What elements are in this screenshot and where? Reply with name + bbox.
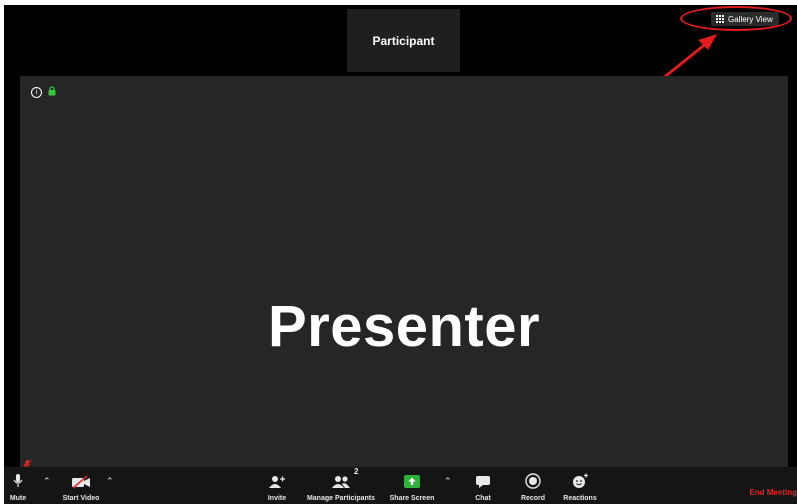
info-icon[interactable]: i (31, 87, 42, 98)
participant-count-badge: 2 (354, 467, 359, 476)
reactions-button[interactable]: Reactions (560, 467, 600, 504)
reactions-label: Reactions (563, 495, 597, 502)
add-person-icon (268, 467, 286, 489)
presenter-name: Presenter (267, 294, 541, 359)
mute-button[interactable]: Mute (7, 467, 29, 504)
record-button[interactable]: Record (517, 467, 549, 504)
chat-label: Chat (475, 495, 491, 502)
mute-label: Mute (9, 495, 27, 502)
record-label: Record (520, 495, 546, 502)
lock-icon[interactable] (48, 86, 56, 96)
start-video-label: Start Video (62, 495, 100, 502)
share-screen-button[interactable]: Share Screen (387, 467, 437, 504)
participant-thumbnail[interactable]: Participant (347, 9, 460, 72)
video-options-caret[interactable]: ⌃ (106, 476, 114, 487)
participants-icon: 2 (330, 467, 358, 489)
end-meeting-button[interactable]: End Meeting (749, 488, 797, 497)
chat-icon (475, 467, 491, 489)
participant-name: Participant (372, 33, 435, 48)
meeting-toolbar: Mute ⌃ Start Video ⌃ Invite 2 Manage Par… (4, 467, 797, 504)
share-screen-label: Share Screen (389, 495, 435, 502)
invite-button[interactable]: Invite (262, 467, 292, 504)
start-video-button[interactable]: Start Video (56, 467, 106, 504)
audio-options-caret[interactable]: ⌃ (43, 476, 51, 487)
highlight-circle (680, 6, 792, 31)
share-options-caret[interactable]: ⌃ (444, 476, 452, 487)
record-icon (525, 467, 541, 489)
share-screen-icon (403, 467, 421, 489)
zoom-meeting-window: Participant Gallery View i Presenter Mut… (4, 5, 797, 504)
presenter-video-area: i Presenter (20, 76, 788, 467)
manage-participants-label: Manage Participants (306, 495, 376, 502)
manage-participants-button[interactable]: 2 Manage Participants (301, 467, 381, 504)
microphone-icon (13, 467, 23, 489)
invite-label: Invite (267, 495, 287, 502)
smiley-plus-icon (571, 467, 589, 489)
video-off-icon (71, 467, 91, 489)
chat-button[interactable]: Chat (470, 467, 496, 504)
